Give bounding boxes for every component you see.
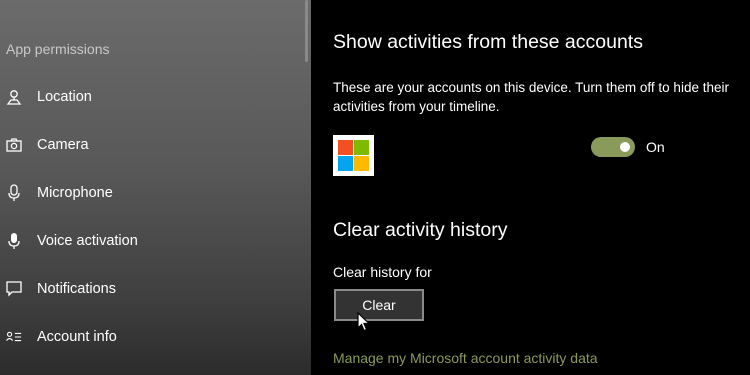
accounts-heading: Show activities from these accounts	[333, 31, 643, 53]
main-panel: Show activities from these accounts Thes…	[311, 0, 750, 375]
sidebar: App permissions Location Camera Micropho…	[0, 0, 311, 375]
account-activity-toggle[interactable]	[591, 137, 635, 157]
sidebar-item-location[interactable]: Location	[0, 79, 300, 115]
sidebar-item-microphone[interactable]: Microphone	[0, 175, 300, 211]
voice-activation-icon	[6, 232, 22, 250]
sidebar-item-label: Microphone	[37, 185, 113, 201]
manage-activity-link[interactable]: Manage my Microsoft account activity dat…	[333, 350, 598, 366]
sidebar-item-account-info[interactable]: Account info	[0, 319, 300, 355]
microsoft-logo-icon	[333, 135, 374, 176]
clear-history-subheading: Clear history for	[333, 264, 432, 280]
location-icon	[6, 88, 22, 106]
sidebar-item-notifications[interactable]: Notifications	[0, 271, 300, 307]
sidebar-item-label: Camera	[37, 137, 89, 153]
account-info-icon	[6, 328, 22, 346]
accounts-description: These are your accounts on this device. …	[333, 80, 729, 114]
mouse-cursor-icon	[357, 312, 371, 332]
clear-history-heading: Clear activity history	[333, 219, 508, 241]
sidebar-item-camera[interactable]: Camera	[0, 127, 300, 163]
toggle-knob	[620, 142, 630, 152]
camera-icon	[6, 136, 22, 154]
sidebar-scrollbar[interactable]	[305, 0, 308, 62]
clear-button[interactable]: Clear	[334, 289, 424, 321]
microphone-icon	[6, 184, 22, 202]
toggle-state-label: On	[646, 139, 665, 155]
sidebar-item-label: Account info	[37, 329, 117, 345]
sidebar-item-voice-activation[interactable]: Voice activation	[0, 223, 300, 259]
sidebar-item-label: Voice activation	[37, 233, 138, 249]
notifications-icon	[6, 280, 22, 298]
section-label-app-permissions: App permissions	[6, 41, 110, 57]
sidebar-item-label: Location	[37, 89, 92, 105]
sidebar-item-label: Notifications	[37, 281, 116, 297]
